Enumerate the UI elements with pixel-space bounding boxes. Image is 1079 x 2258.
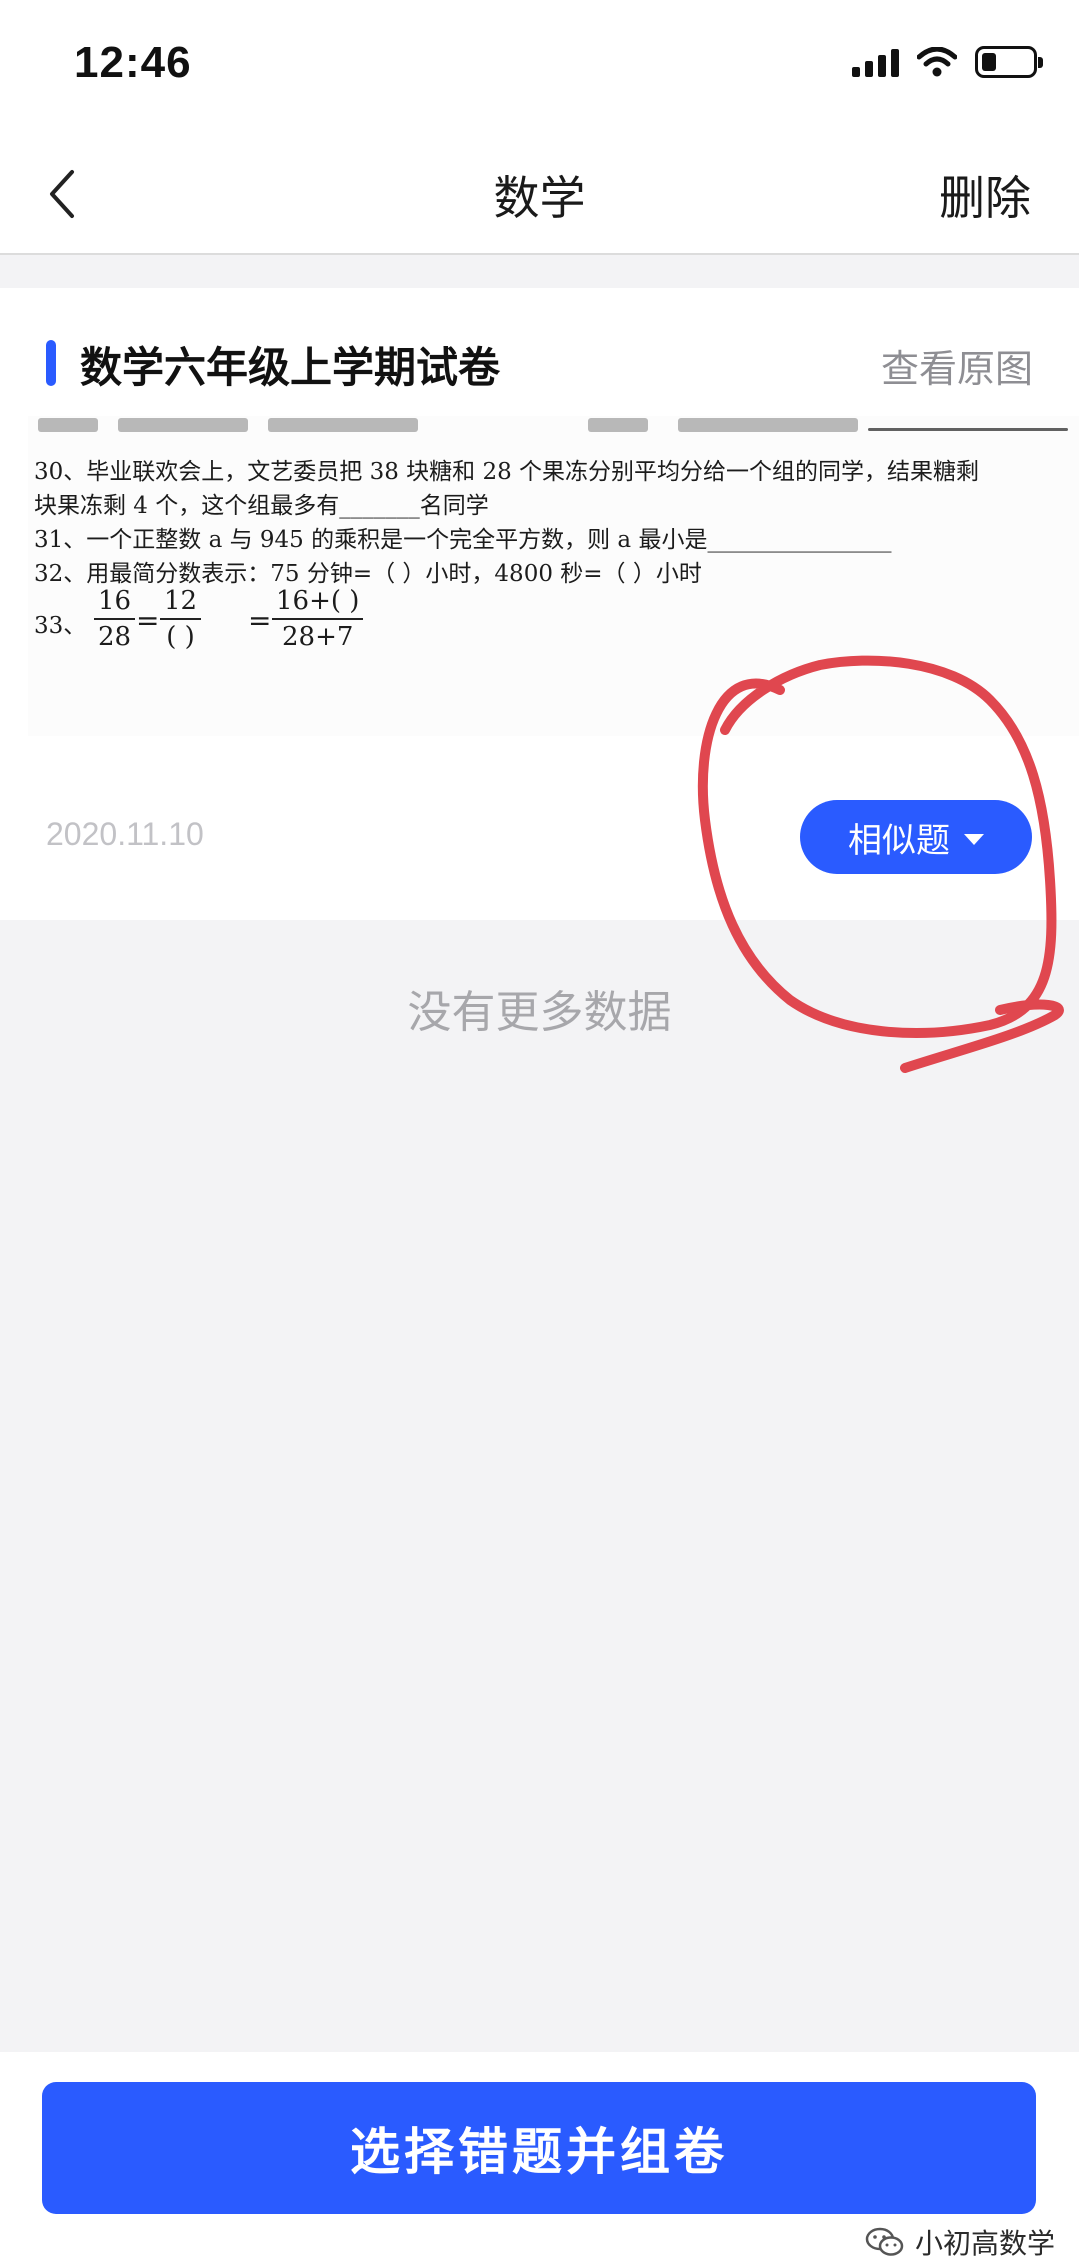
- fraction-3-denominator: 28+7: [282, 622, 354, 652]
- mistake-card: 数学六年级上学期试卷 查看原图 30、毕业联欢会上，文艺委员把 38 块糖和 2…: [0, 288, 1079, 920]
- exam-line-30b: 块果冻剩 4 个，这个组最多有_______名同学: [34, 493, 489, 519]
- watermark-text: 小初高数学: [914, 2227, 1055, 2258]
- view-original-button[interactable]: 查看原图: [881, 338, 1033, 393]
- wechat-icon: [865, 2227, 904, 2256]
- caret-down-icon: [964, 833, 984, 845]
- watermark: 小初高数学: [865, 2222, 1055, 2258]
- nav-bar: 数学 删除: [0, 130, 1079, 255]
- delete-button[interactable]: 删除: [939, 162, 1031, 228]
- signal-icon: [852, 47, 899, 77]
- exam-line-31: 31、一个正整数 a 与 945 的乘积是一个完全平方数，则 a 最小是____…: [34, 527, 892, 553]
- fraction-1: 16 28: [94, 586, 136, 652]
- exam-question-image[interactable]: 30、毕业联欢会上，文艺委员把 38 块糖和 28 个果冻分别平均分给一个组的同…: [28, 416, 1079, 736]
- fraction-3: 16+( ) 28+7: [272, 586, 364, 652]
- equals-sign-2: =: [248, 604, 272, 637]
- equals-sign-1: =: [136, 604, 160, 637]
- status-time: 12:46: [74, 38, 192, 87]
- fraction-2: 12 ( ): [160, 586, 202, 652]
- cropped-previous-line: [28, 416, 1079, 438]
- similar-questions-button[interactable]: 相似题: [800, 800, 1032, 874]
- status-icons: [852, 46, 1043, 78]
- card-title: 数学六年级上学期试卷: [80, 343, 501, 392]
- wifi-icon: [917, 47, 957, 77]
- similar-button-label: 相似题: [848, 820, 950, 861]
- title-accent-bar: [46, 340, 56, 386]
- fraction-1-denominator: 28: [98, 622, 132, 652]
- card-date: 2020.11.10: [46, 816, 204, 852]
- fraction-3-numerator: 16+( ): [272, 586, 364, 620]
- fraction-1-numerator: 16: [94, 586, 136, 620]
- exam-line-32: 32、用最简分数表示：75 分钟=（ ）小时，4800 秒=（ ）小时: [34, 561, 702, 587]
- page-title: 数学: [493, 171, 586, 225]
- status-bar: 12:46: [0, 0, 1079, 130]
- select-and-compose-button[interactable]: 选择错题并组卷: [42, 2082, 1036, 2214]
- no-more-data-text: 没有更多数据: [407, 987, 672, 1038]
- battery-icon: [975, 46, 1043, 78]
- fraction-2-denominator: ( ): [166, 622, 195, 652]
- fraction-2-numerator: 12: [160, 586, 202, 620]
- bottom-bar: 选择错题并组卷 小初高数学: [0, 2052, 1079, 2258]
- exam-line-30a: 30、毕业联欢会上，文艺委员把 38 块糖和 28 个果冻分别平均分给一个组的同…: [34, 459, 980, 485]
- exam-line-33-label: 33、: [34, 613, 87, 639]
